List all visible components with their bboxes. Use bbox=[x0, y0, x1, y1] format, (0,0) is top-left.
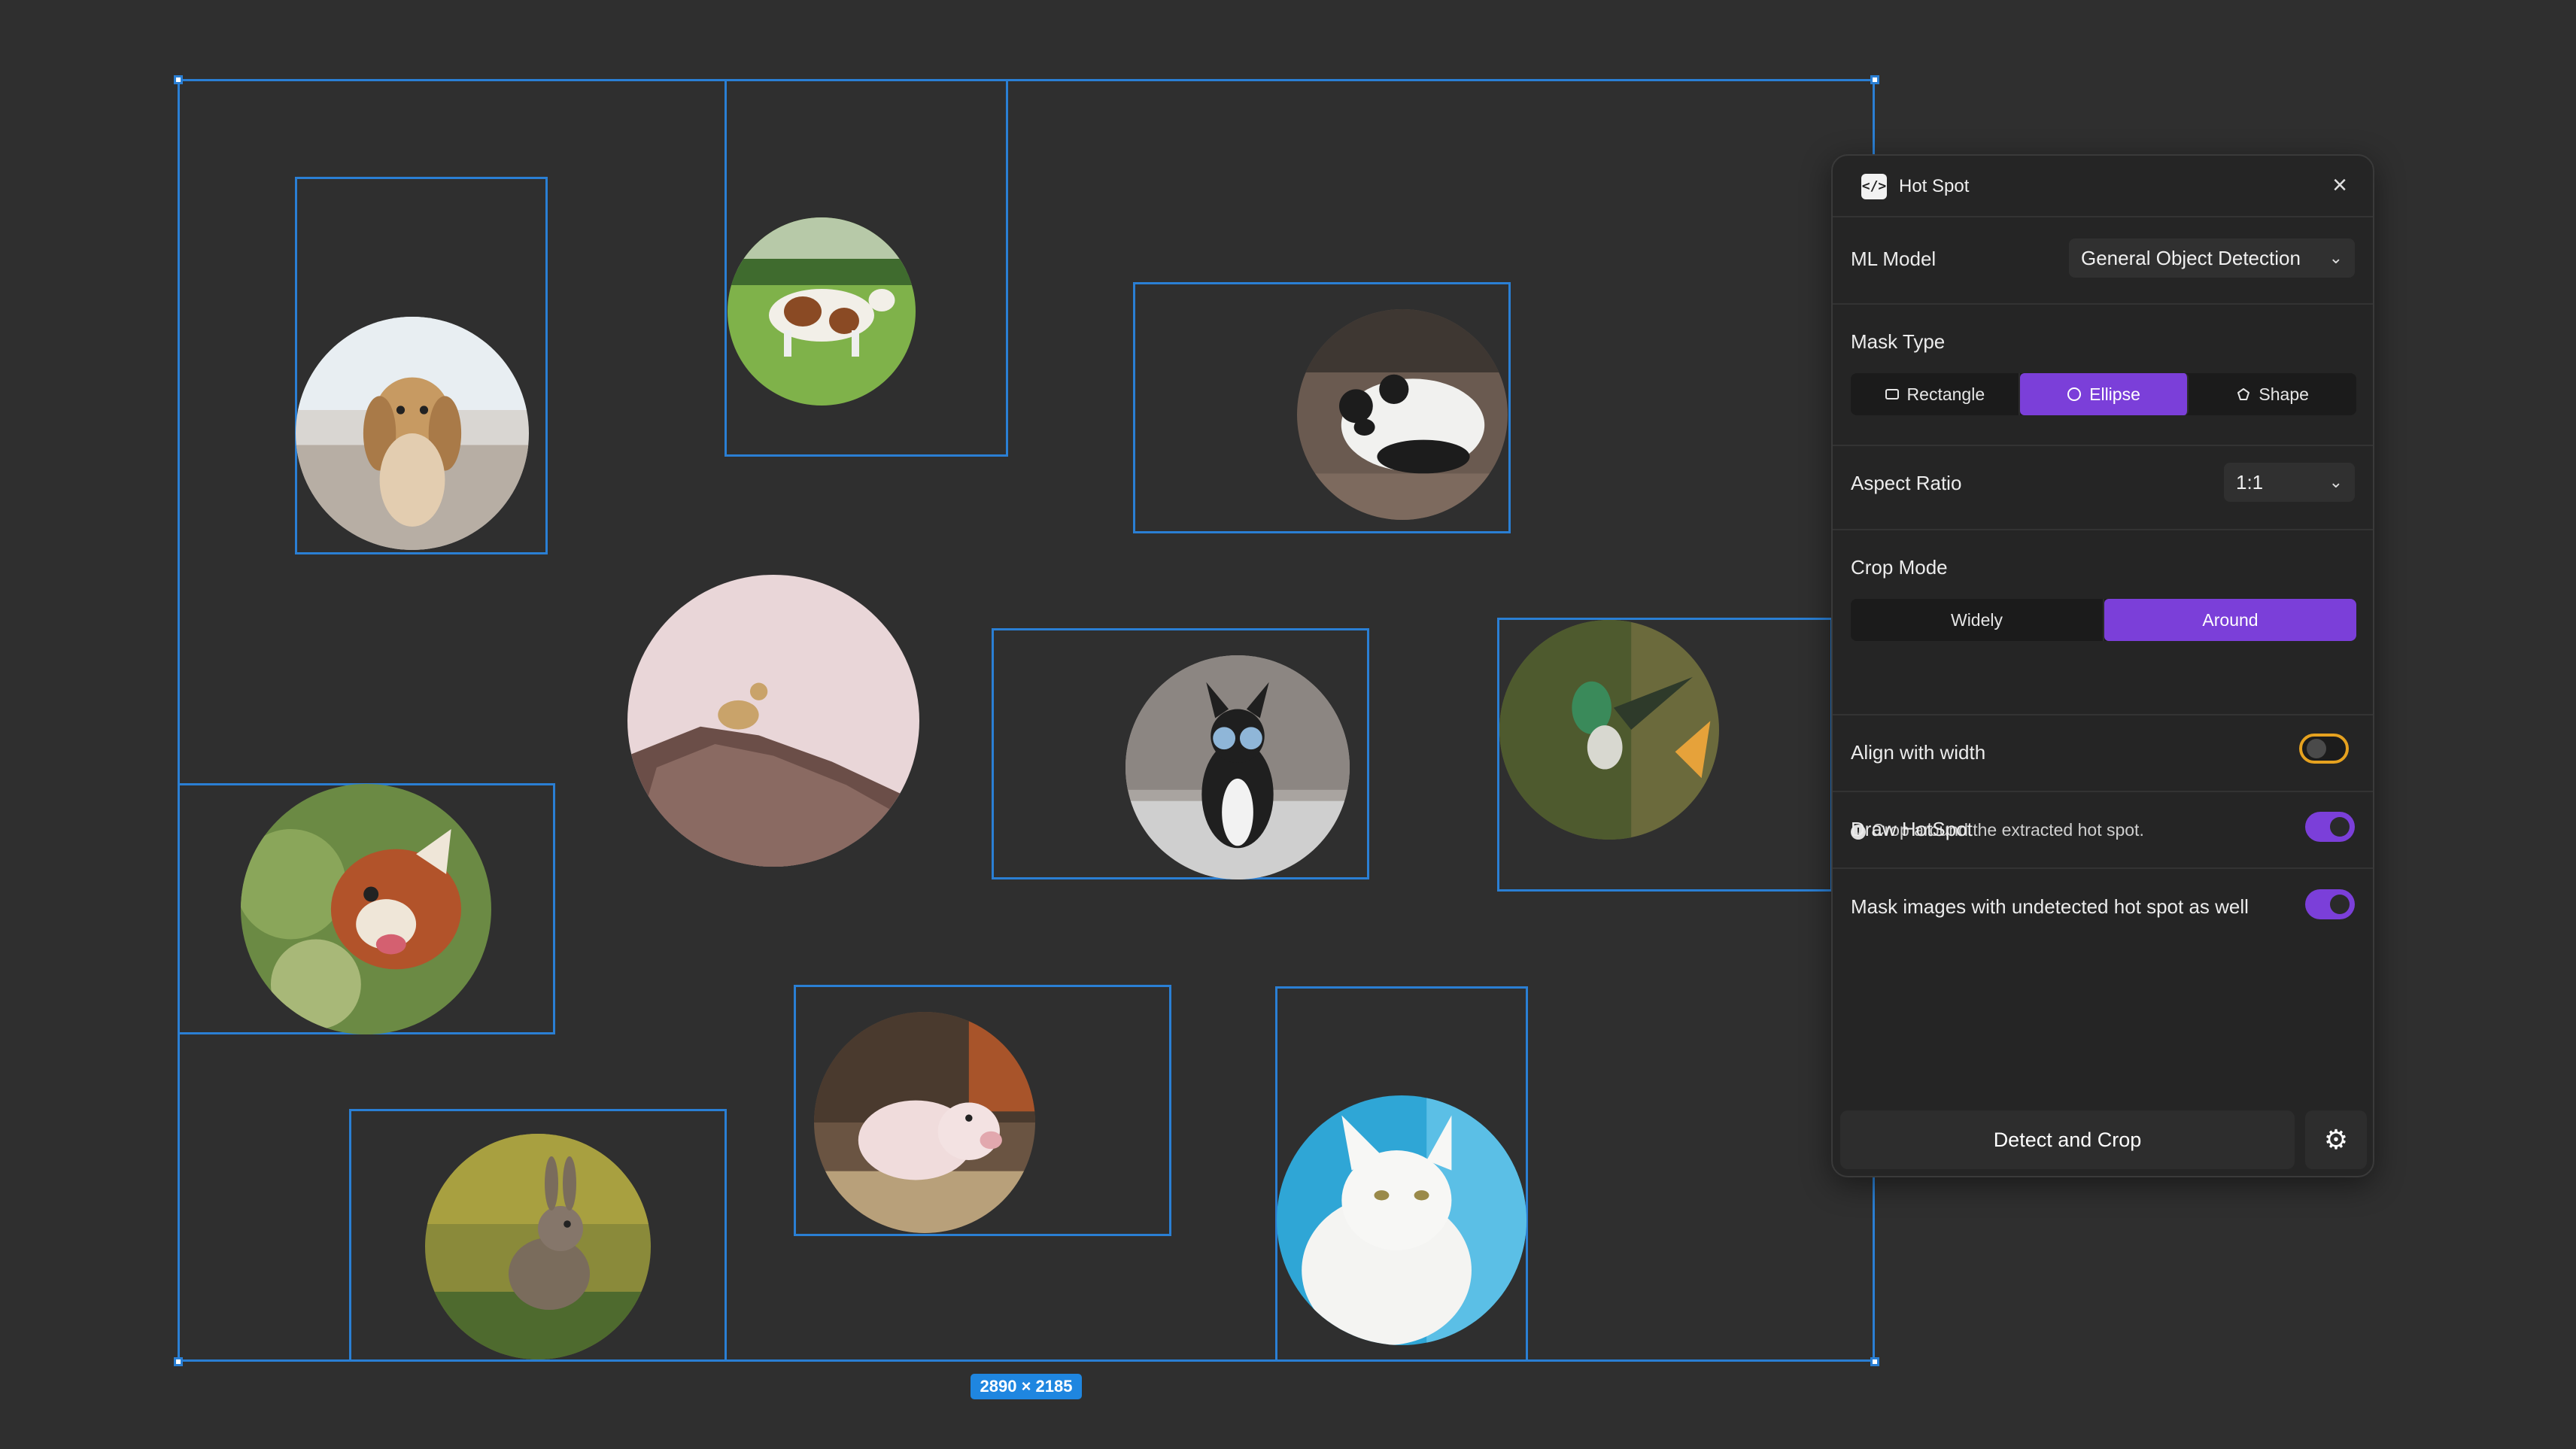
divider bbox=[1833, 714, 2373, 715]
divider bbox=[1833, 867, 2373, 869]
divider bbox=[1833, 529, 2373, 530]
divider bbox=[1833, 791, 2373, 792]
crop-mode-label: Crop Mode bbox=[1851, 556, 1948, 579]
divider bbox=[1833, 303, 2373, 305]
draw-hotspot-label: Draw HotSpot bbox=[1851, 818, 1973, 840]
mask-type-ellipse-label: Ellipse bbox=[2089, 384, 2140, 404]
mask-type-ellipse[interactable]: Ellipse bbox=[2019, 373, 2189, 415]
photo-panda[interactable] bbox=[1297, 309, 1508, 520]
chevron-down-icon: ⌄ bbox=[2328, 248, 2343, 267]
photo-dog[interactable] bbox=[296, 317, 529, 550]
ml-model-value: General Object Detection bbox=[2081, 247, 2301, 269]
panel-title: Hot Spot bbox=[1899, 176, 1970, 196]
detect-and-crop-button[interactable]: Detect and Crop bbox=[1840, 1110, 2295, 1169]
photo-leopard[interactable] bbox=[627, 575, 919, 867]
mask-undetected-label: Mask images with undetected hot spot as … bbox=[1851, 895, 2249, 918]
shape-icon bbox=[2237, 388, 2250, 400]
toggle-knob bbox=[2330, 817, 2350, 837]
resize-handle-bottom-right[interactable] bbox=[1870, 1357, 1879, 1366]
mask-type-shape-label: Shape bbox=[2259, 384, 2309, 404]
crop-mode-around[interactable]: Around bbox=[2104, 599, 2356, 641]
mask-type-shape[interactable]: Shape bbox=[2189, 373, 2356, 415]
toggle-knob bbox=[2330, 895, 2350, 914]
rectangle-icon bbox=[1885, 389, 1899, 399]
resize-handle-top-right[interactable] bbox=[1870, 75, 1879, 84]
photo-red-panda[interactable] bbox=[241, 784, 491, 1034]
resize-handle-top-left[interactable] bbox=[174, 75, 183, 84]
resize-handle-bottom-left[interactable] bbox=[174, 1357, 183, 1366]
ml-model-label: ML Model bbox=[1851, 248, 1937, 270]
hotspot-panel: </> Hot Spot × ML Model General Object D… bbox=[1831, 154, 2374, 1177]
divider bbox=[1833, 445, 2373, 446]
align-with-width-toggle[interactable] bbox=[2299, 734, 2349, 764]
ml-model-select[interactable]: General Object Detection ⌄ bbox=[2069, 238, 2355, 278]
dimensions-badge: 2890 × 2185 bbox=[971, 1374, 1082, 1399]
ellipse-icon bbox=[2067, 387, 2082, 401]
photo-cow[interactable] bbox=[728, 217, 916, 406]
crop-mode-widely-label: Widely bbox=[1950, 609, 2003, 630]
aspect-ratio-select[interactable]: 1:1 ⌄ bbox=[2224, 463, 2355, 502]
mask-type-segmented: Rectangle Ellipse Shape bbox=[1851, 373, 2356, 415]
mask-type-rectangle-label: Rectangle bbox=[1906, 384, 1985, 404]
aspect-ratio-value: 1:1 bbox=[2236, 471, 2264, 494]
aspect-ratio-label: Aspect Ratio bbox=[1851, 472, 1962, 494]
chevron-down-icon: ⌄ bbox=[2328, 472, 2343, 491]
draw-hotspot-toggle[interactable] bbox=[2305, 812, 2355, 842]
gear-icon[interactable]: ⚙ bbox=[2305, 1110, 2367, 1169]
toggle-knob bbox=[2307, 739, 2326, 758]
photo-hummingbird[interactable] bbox=[1499, 620, 1719, 840]
code-icon: </> bbox=[1861, 174, 1887, 199]
panel-header: </> Hot Spot × bbox=[1833, 156, 2373, 217]
close-icon[interactable]: × bbox=[2326, 172, 2353, 199]
photo-terrier[interactable] bbox=[1125, 655, 1350, 879]
mask-undetected-toggle[interactable] bbox=[2305, 889, 2355, 919]
crop-mode-segmented: Widely Around bbox=[1851, 599, 2356, 641]
photo-cat[interactable] bbox=[1277, 1095, 1526, 1345]
photo-rabbit[interactable] bbox=[425, 1134, 651, 1359]
align-with-width-label: Align with width bbox=[1851, 741, 1986, 764]
mask-type-rectangle[interactable]: Rectangle bbox=[1851, 373, 2020, 415]
photo-piglet[interactable] bbox=[814, 1012, 1035, 1233]
crop-mode-around-label: Around bbox=[2202, 609, 2259, 630]
crop-mode-widely[interactable]: Widely bbox=[1851, 599, 2104, 641]
mask-type-label: Mask Type bbox=[1851, 330, 1946, 353]
